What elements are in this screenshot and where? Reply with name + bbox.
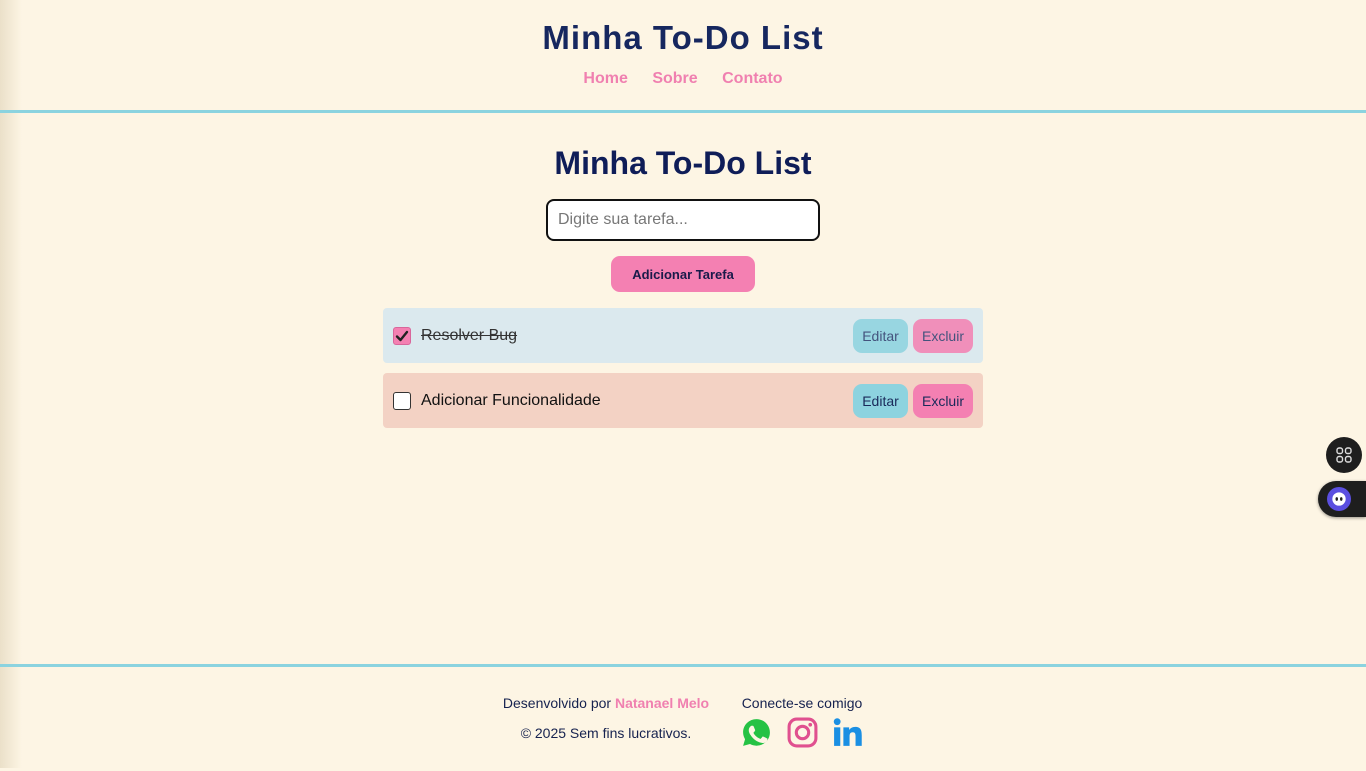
connect-label: Conecte-se comigo [741,695,863,711]
nav-contato-link[interactable]: Contato [722,70,782,88]
grid-icon [1336,447,1352,463]
copyright-text: © 2025 Sem fins lucrativos. [520,725,692,741]
author-name: Natanael Melo [614,695,710,711]
floating-menu-button[interactable] [1326,437,1362,473]
delete-task-button[interactable]: Excluir [913,318,973,353]
site-footer: Desenvolvido por Natanael Melo © 2025 Se… [0,664,1366,771]
developed-by-label: Desenvolvido por [502,695,612,711]
checkmark-icon [395,330,409,341]
edit-task-button[interactable]: Editar [853,318,908,353]
task-input[interactable] [546,199,820,241]
main-content: Minha To-Do List Adicionar Tarefa Resolv… [0,113,1366,438]
task-item: Resolver Bug Editar Excluir [383,308,983,363]
nav-sobre-link[interactable]: Sobre [652,70,697,88]
delete-task-button[interactable]: Excluir [913,383,973,418]
edit-task-button[interactable]: Editar [853,383,908,418]
linkedin-icon[interactable] [831,716,864,749]
social-links [740,716,864,749]
task-list: Resolver Bug Editar Excluir Adicionar Fu… [383,308,983,428]
main-nav: Home Sobre Contato [0,70,1366,88]
task-checkbox[interactable] [393,391,411,410]
task-checkbox[interactable] [393,326,411,345]
page-title: Minha To-Do List [554,145,812,181]
nav-home-link[interactable]: Home [583,70,627,88]
site-header: Minha To-Do List Home Sobre Contato [0,0,1366,113]
developer-line: Desenvolvido por Natanael Melo [496,695,716,711]
task-text: Resolver Bug [421,326,518,344]
footer-credits: Desenvolvido por Natanael Melo © 2025 Se… [496,695,716,741]
assistant-tab[interactable] [1318,481,1366,517]
site-title: Minha To-Do List [542,19,824,56]
assistant-icon [1327,487,1351,511]
instagram-icon[interactable] [786,716,819,749]
add-task-button[interactable]: Adicionar Tarefa [611,256,755,292]
whatsapp-icon[interactable] [740,716,773,749]
task-item: Adicionar Funcionalidade Editar Excluir [383,373,983,428]
task-text: Adicionar Funcionalidade [421,391,601,409]
footer-social: Conecte-se comigo [740,695,864,749]
